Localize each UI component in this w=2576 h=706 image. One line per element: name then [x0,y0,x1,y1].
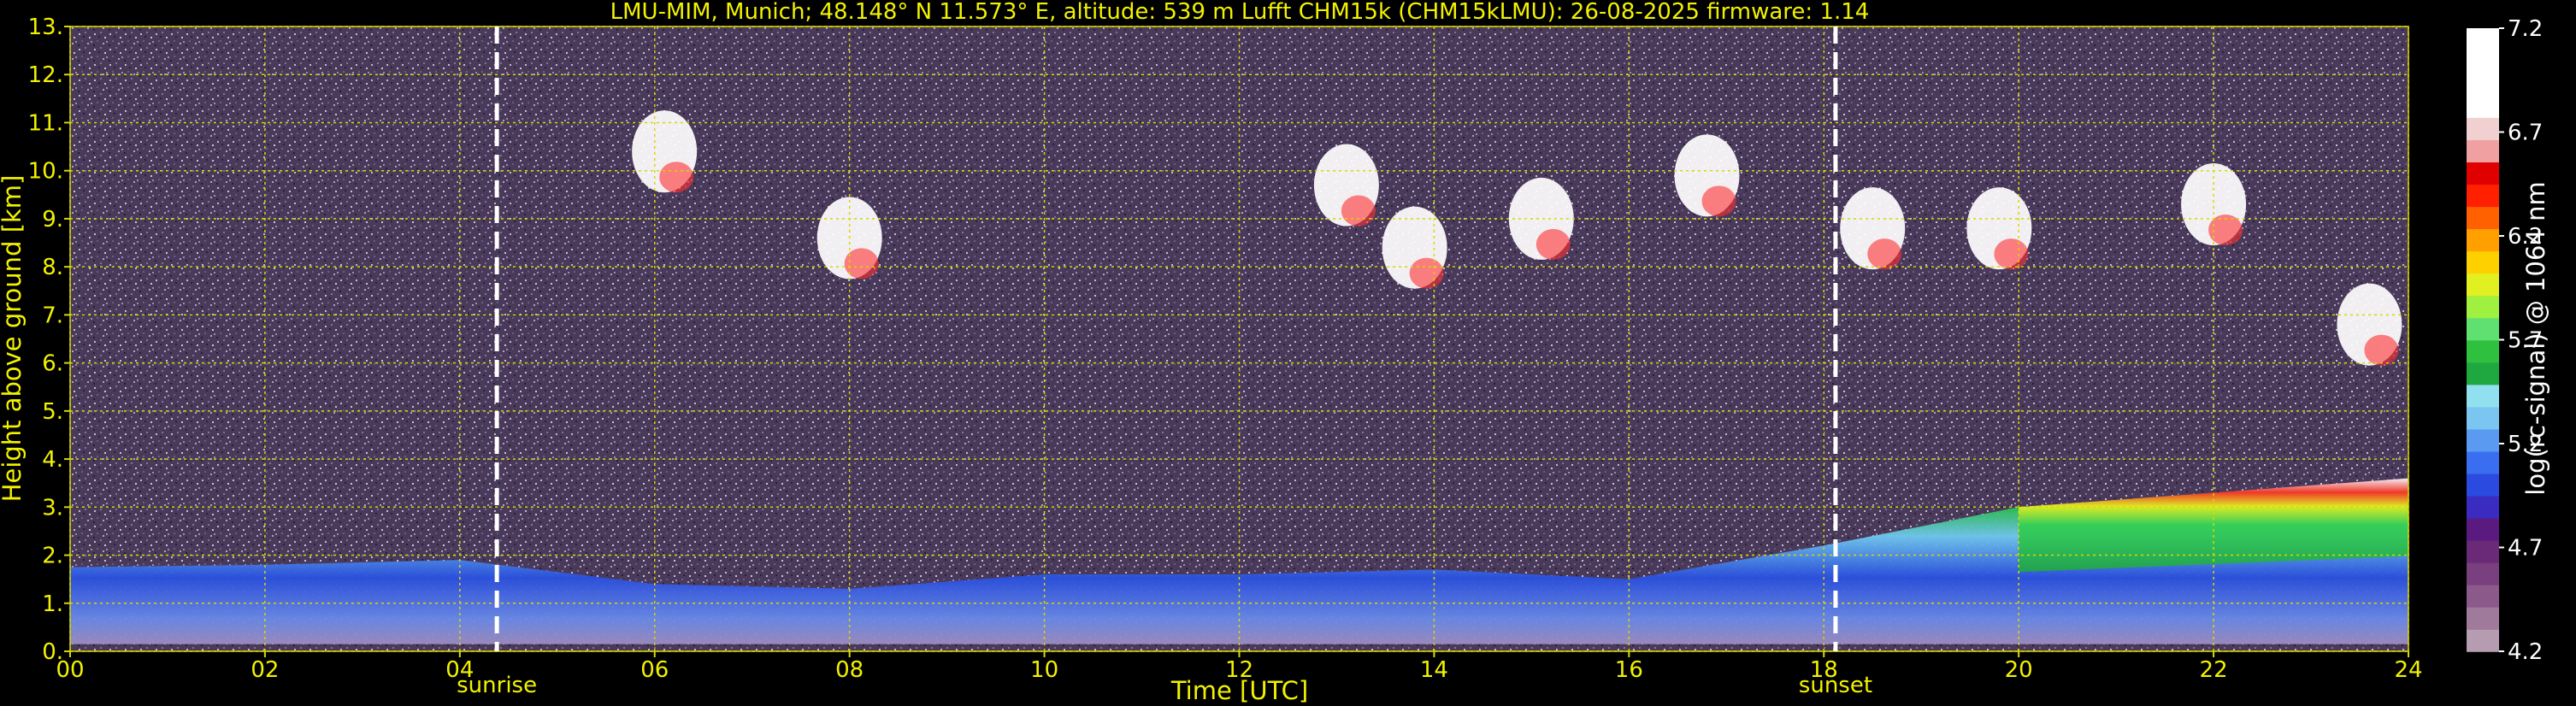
colorbar-swatch [2467,628,2499,652]
colorbar-swatch [2467,406,2499,430]
colorbar-tick-label: 4.7 [2508,536,2543,562]
colorbar-tick-label: 7.2 [2508,16,2543,42]
colorbar-swatch [2467,473,2499,497]
x-tick-label: 02 [251,657,279,683]
colorbar-swatch [2467,606,2499,630]
colorbar-swatch [2467,273,2499,297]
cloud-edge [1867,238,1902,270]
cloud-edge [1536,228,1571,260]
cloud-edge [1409,257,1444,289]
y-tick-label: 1. [42,591,63,617]
colorbar-swatch [2467,162,2499,185]
colorbar-swatch [2467,228,2499,252]
colorbar-swatch [2467,517,2499,541]
chart-title: LMU-MIM, Munich; 48.148° N 11.573° E, al… [610,0,1870,25]
colorbar-swatch [2467,206,2499,230]
colorbar-tick-label: 6.7 [2508,121,2543,146]
cloud-edge [659,162,694,193]
y-tick-label: 10. [28,159,63,185]
colorbar-swatch [2467,73,2499,96]
cloud-edge [1701,185,1736,217]
y-tick-label: 7. [42,303,63,328]
x-axis-label: Time [UTC] [1170,676,1308,705]
x-tick-label: 24 [2394,657,2422,683]
cloud-edge [2364,334,2399,366]
colorbar-swatch [2467,339,2499,363]
colorbar-swatch [2467,50,2499,74]
colorbar-tick-label: 4.2 [2508,639,2543,665]
x-tick-label: 22 [2200,657,2228,683]
colorbar-swatch [2467,317,2499,341]
colorbar-swatch [2467,495,2499,519]
colorbar-swatch [2467,28,2499,51]
colorbar-swatch [2467,250,2499,274]
y-tick-label: 11. [28,110,63,136]
cloud-edge [844,248,879,279]
x-tick-label: 14 [1420,657,1448,683]
y-tick-label: 5. [42,399,63,425]
y-axis-label: Height above ground [km] [0,175,27,503]
x-tick-label: 16 [1615,657,1643,683]
y-tick-label: 2. [42,544,63,569]
colorbar-swatch [2467,539,2499,563]
x-tick-label: 06 [640,657,669,683]
colorbar-swatch [2467,384,2499,408]
colorbar-swatch [2467,562,2499,585]
colorbar-swatch [2467,295,2499,319]
colorbar-swatch [2467,362,2499,385]
x-tick-label: 04 [445,657,474,683]
colorbar-swatch [2467,450,2499,474]
y-tick-label: 13. [28,15,63,40]
cloud-edge [1341,195,1376,227]
y-tick-label: 4. [42,447,63,473]
y-tick-label: 9. [42,207,63,232]
y-tick-label: 12. [28,62,63,88]
colorbar-swatch [2467,428,2499,452]
y-tick-label: 6. [42,351,63,377]
colorbar-swatch [2467,95,2499,118]
y-tick-label: 8. [42,255,63,280]
cloud-edge [1994,238,2029,270]
colorbar-swatch [2467,584,2499,608]
y-axis-ticks: 0. 1. 2. 3. 4. 5. 6. 7. 8. 9. 10. 11. 12. 13. [28,15,70,665]
y-tick-label: 0. [42,639,63,665]
ceilometer-figure: LMU-MIM, Munich; 48.148° N 11.573° E, al… [0,0,2550,705]
colorbar-label: log(rc-signal) @ 1064 nm [2521,181,2550,495]
x-tick-label: 18 [1810,657,1838,683]
y-tick-label: 3. [42,495,63,521]
colorbar-swatch [2467,184,2499,208]
colorbar-swatch [2467,139,2499,163]
colorbar-swatch [2467,117,2499,140]
x-tick-label: 08 [835,657,864,683]
x-tick-label: 10 [1030,657,1058,683]
x-tick-label: 20 [2005,657,2033,683]
